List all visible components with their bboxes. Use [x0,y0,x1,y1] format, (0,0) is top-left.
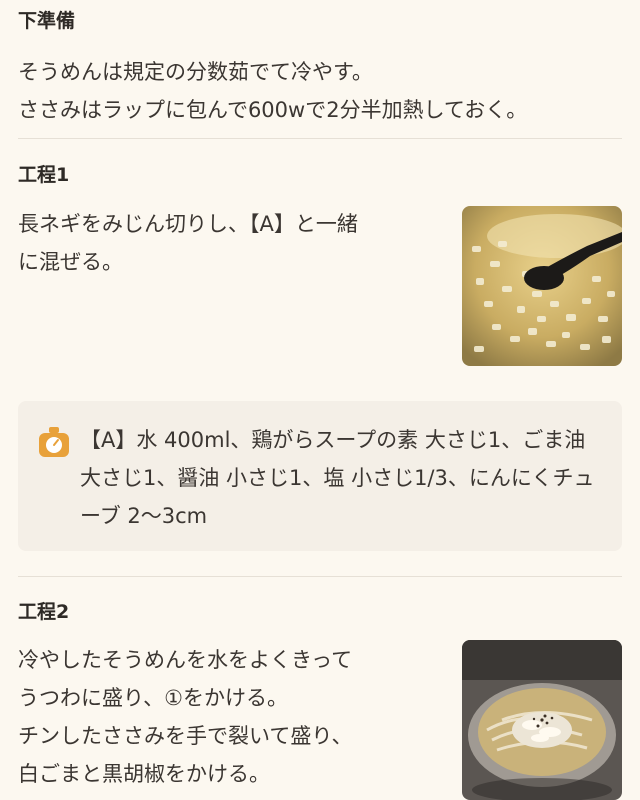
step1-line-1: 長ネギをみじん切りし、【A】と一緒 [18,212,358,236]
divider [18,138,622,139]
prep-heading: 下準備 [18,10,76,32]
ingredient-note-text: 【A】水 400ml、鶏がらスープの素 大さじ1、ごま油 大さじ1、醤油 小さじ… [80,428,595,528]
prep-line-2: ささみはラップに包んで600wで2分半加熱しておく。 [18,98,528,122]
step2-line-3: チンしたささみを手で裂いて盛り、 [18,724,353,748]
step2-photo[interactable] [462,640,622,800]
divider [18,576,622,577]
step2-line-2: うつわに盛り、①をかける。 [18,686,288,710]
recipe-page: 下準備 そうめんは規定の分数茹でて冷やす。 ささみはラップに包んで600wで2分… [0,0,640,800]
somen-bowl-image [462,640,622,800]
step1-photo[interactable] [462,206,622,366]
step1-line-2: に混ぜる。 [18,250,123,274]
prep-line-1: そうめんは規定の分数茹でて冷やす。 [18,60,373,84]
step2-line-1: 冷やしたそうめんを水をよくきって [18,648,353,672]
scale-icon [36,423,72,459]
step1-heading: 工程1 [18,164,70,186]
ingredient-note: 【A】水 400ml、鶏がらスープの素 大さじ1、ごま油 大さじ1、醤油 小さじ… [18,401,622,551]
minced-leek-soup-image [462,206,622,366]
step2-heading: 工程2 [18,601,70,623]
step2-line-4: 白ごまと黒胡椒をかける。 [18,762,270,786]
